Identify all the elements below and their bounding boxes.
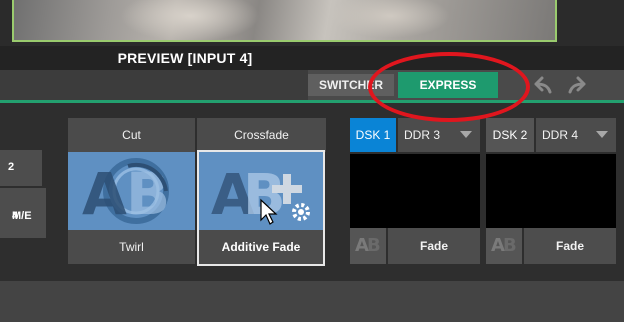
me-button[interactable]: M/E 4 (0, 188, 46, 238)
crossfade-button[interactable]: Crossfade (197, 118, 326, 152)
dsk1-tab[interactable]: DSK 1 (350, 118, 396, 152)
svg-text:B: B (243, 163, 286, 228)
dsk2-tab[interactable]: DSK 2 (486, 118, 534, 152)
preview-video (12, 0, 557, 42)
dsk1-transition-button[interactable]: AB (350, 228, 386, 264)
chevron-down-icon (596, 131, 608, 138)
svg-text:A: A (82, 160, 127, 228)
bottom-bar (0, 281, 624, 322)
selected-transition-label: Additive Fade (199, 230, 323, 264)
left-partial-button[interactable]: 2 (0, 150, 42, 186)
highlight-annotation (368, 52, 530, 122)
preview-label: PREVIEW [INPUT 4] (117, 50, 253, 66)
ab-plus-gear-icon: A B (211, 163, 310, 228)
additive-fade-thumbnail[interactable]: A B (199, 152, 323, 230)
current-transition-label: Twirl (68, 230, 195, 264)
redo-icon[interactable] (566, 74, 590, 96)
dsk2-source-label: DDR 4 (542, 128, 579, 142)
me-label-line2: 4 (12, 210, 19, 222)
ab-twirl-icon: A B (82, 158, 170, 228)
left-partial-button-label: 2 (8, 161, 15, 173)
cut-button[interactable]: Cut (68, 118, 195, 152)
ab-icon: AB (355, 235, 381, 256)
dsk2-transition-button[interactable]: AB (486, 228, 522, 264)
undo-icon[interactable] (530, 74, 554, 96)
preview-video-detail (330, 0, 450, 38)
ab-icon: AB (491, 235, 517, 256)
twirl-thumbnail[interactable]: A B (68, 152, 195, 230)
dsk2-source-select[interactable]: DDR 4 (536, 118, 616, 152)
dsk1-source-select[interactable]: DDR 3 (398, 118, 480, 152)
dsk2-preview (486, 154, 616, 228)
dsk1-preview (350, 154, 480, 228)
preview-video-detail (120, 0, 260, 42)
dsk1-fade-button[interactable]: Fade (388, 228, 480, 264)
toolbar-spacer (0, 70, 308, 100)
dsk2-fade-button[interactable]: Fade (524, 228, 616, 264)
svg-text:B: B (126, 160, 170, 228)
dsk1-source-label: DDR 3 (404, 128, 441, 142)
chevron-down-icon (460, 131, 472, 138)
